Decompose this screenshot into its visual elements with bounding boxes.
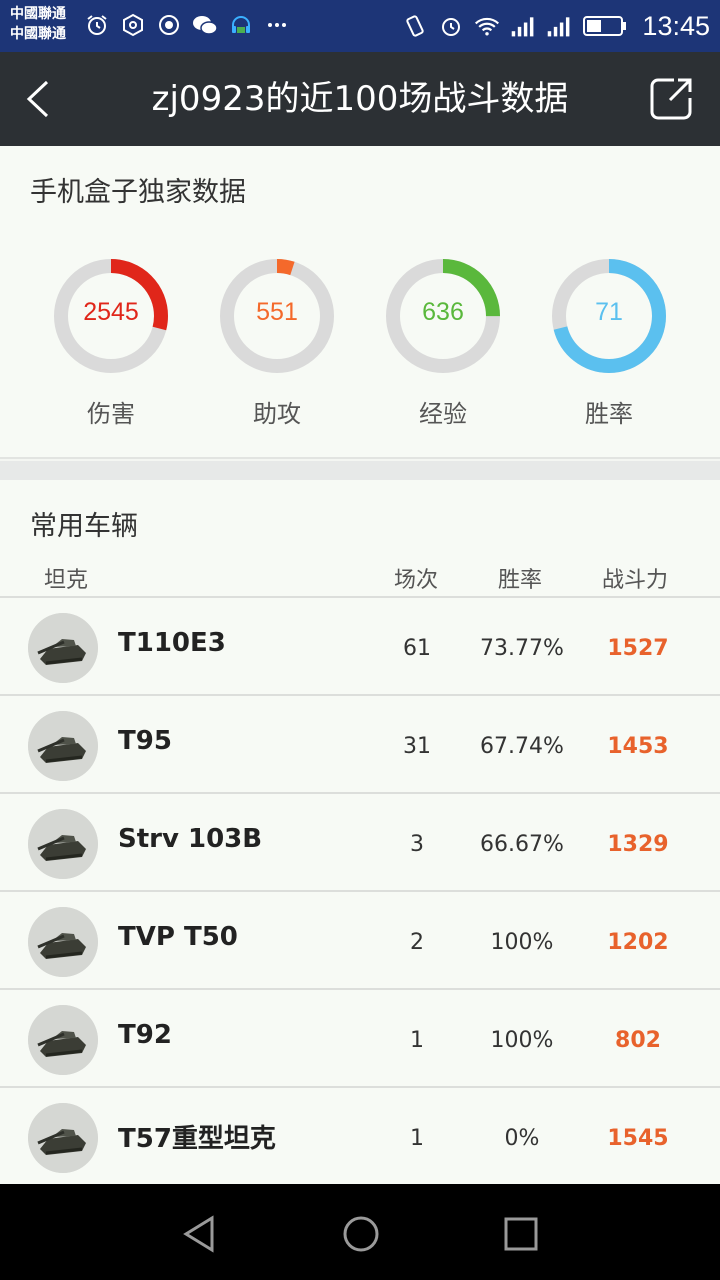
stat-label: 胜率 xyxy=(585,400,633,428)
section-title-vehicles: 常用车辆 xyxy=(30,511,138,542)
sync-icon xyxy=(156,12,182,38)
alarm-icon xyxy=(438,13,464,39)
recents-square-icon xyxy=(504,1217,538,1251)
exclusive-stats-card: 手机盒子独家数据 2545 伤害 551 助攻 636 经验 71 胜率 xyxy=(0,146,720,459)
stat-ring-assist: 551 助攻 xyxy=(212,256,342,436)
tank-avatar xyxy=(28,711,98,781)
table-row[interactable]: T57重型坦克 1 0% 1545 xyxy=(0,1088,720,1184)
win-rate: 66.67% xyxy=(480,832,564,857)
stat-label: 经验 xyxy=(419,400,467,428)
nav-back-button[interactable] xyxy=(178,1212,222,1256)
headset-icon xyxy=(228,12,254,38)
stat-value: 636 xyxy=(422,298,464,326)
app-bar: zj0923的近100场战斗数据 xyxy=(0,52,720,146)
tank-icon xyxy=(28,711,98,781)
win-rate: 73.77% xyxy=(480,636,564,661)
more-icon xyxy=(264,12,290,38)
stat-ring-winrate: 71 胜率 xyxy=(544,256,674,436)
stat-ring-damage: 2545 伤害 xyxy=(46,256,176,436)
combat-power: 1202 xyxy=(607,930,669,955)
battles-count: 61 xyxy=(403,636,431,661)
tank-avatar xyxy=(28,613,98,683)
tank-name: Strv 103B xyxy=(118,824,263,854)
win-rate: 67.74% xyxy=(480,734,564,759)
carrier-1: 中國聯通 xyxy=(10,6,66,22)
alarm-icon xyxy=(84,12,110,38)
share-button[interactable] xyxy=(646,74,696,124)
navigation-bar xyxy=(0,1184,720,1280)
table-row[interactable]: TVP T50 2 100% 1202 xyxy=(0,892,720,990)
win-rate: 0% xyxy=(504,1126,540,1151)
signal-icon xyxy=(546,13,572,39)
table-row[interactable]: Strv 103B 3 66.67% 1329 xyxy=(0,794,720,892)
tank-avatar xyxy=(28,1005,98,1075)
nav-home-button[interactable] xyxy=(339,1212,383,1256)
back-button[interactable] xyxy=(16,76,60,122)
share-icon xyxy=(650,78,692,120)
battles-count: 31 xyxy=(403,734,431,759)
carrier-2: 中國聯通 xyxy=(10,26,66,42)
header-battles: 场次 xyxy=(394,568,439,593)
stats-rings: 2545 伤害 551 助攻 636 经验 71 胜率 xyxy=(0,256,720,456)
win-rate: 100% xyxy=(490,930,554,955)
stat-value: 551 xyxy=(256,298,298,326)
table-row[interactable]: T110E3 61 73.77% 1527 xyxy=(0,598,720,696)
combat-power: 1527 xyxy=(607,636,669,661)
settings-icon xyxy=(120,12,146,38)
tank-icon xyxy=(28,809,98,879)
header-winrate: 胜率 xyxy=(498,568,543,593)
section-divider xyxy=(0,461,720,480)
section-title-stats: 手机盒子独家数据 xyxy=(30,177,246,208)
header-tank: 坦克 xyxy=(44,568,89,593)
status-bar: 中國聯通 中國聯通 13:45 xyxy=(0,0,720,52)
tank-name: T110E3 xyxy=(118,628,226,658)
stat-label: 助攻 xyxy=(253,400,301,428)
nav-recents-button[interactable] xyxy=(499,1212,543,1256)
header-power: 战斗力 xyxy=(602,568,669,593)
table-row[interactable]: T92 1 100% 802 xyxy=(0,990,720,1088)
stat-value: 71 xyxy=(595,298,623,326)
stat-ring-experience: 636 经验 xyxy=(378,256,508,436)
wifi-icon xyxy=(474,13,500,39)
page-title: zj0923的近100场战斗数据 xyxy=(151,79,569,119)
battery-icon xyxy=(582,13,628,39)
tank-name: T57重型坦克 xyxy=(118,1124,276,1154)
table-header: 坦克 场次 胜率 战斗力 xyxy=(0,558,720,598)
vibrate-icon xyxy=(402,13,428,39)
battles-count: 1 xyxy=(410,1126,424,1151)
tank-icon xyxy=(28,907,98,977)
battles-count: 2 xyxy=(410,930,424,955)
combat-power: 1545 xyxy=(607,1126,669,1151)
back-icon xyxy=(26,80,49,118)
stat-label: 伤害 xyxy=(87,400,135,428)
tank-avatar xyxy=(28,809,98,879)
tank-name: T92 xyxy=(118,1020,172,1050)
common-vehicles-card: 常用车辆 坦克 场次 胜率 战斗力 T110E3 61 73.77% 1527 T95 3… xyxy=(0,480,720,1184)
tank-avatar xyxy=(28,907,98,977)
clock: 13:45 xyxy=(642,10,710,41)
home-circle-icon xyxy=(343,1216,379,1252)
back-triangle-icon xyxy=(183,1215,214,1253)
tank-icon xyxy=(28,613,98,683)
tank-icon xyxy=(28,1103,98,1173)
combat-power: 1453 xyxy=(607,734,669,759)
notification-icons xyxy=(84,12,290,38)
battles-count: 3 xyxy=(410,832,424,857)
signal-icon xyxy=(510,13,536,39)
tank-avatar xyxy=(28,1103,98,1173)
combat-power: 1329 xyxy=(607,832,669,857)
tank-icon xyxy=(28,1005,98,1075)
combat-power: 802 xyxy=(615,1028,661,1053)
tank-name: T95 xyxy=(118,726,172,756)
battles-count: 1 xyxy=(410,1028,424,1053)
table-row[interactable]: T95 31 67.74% 1453 xyxy=(0,696,720,794)
tank-name: TVP T50 xyxy=(118,922,238,952)
wechat-icon xyxy=(192,12,218,38)
carrier-labels: 中國聯通 中國聯通 xyxy=(10,4,66,44)
win-rate: 100% xyxy=(490,1028,554,1053)
system-icons: 13:45 xyxy=(402,8,710,44)
stat-value: 2545 xyxy=(83,298,139,326)
